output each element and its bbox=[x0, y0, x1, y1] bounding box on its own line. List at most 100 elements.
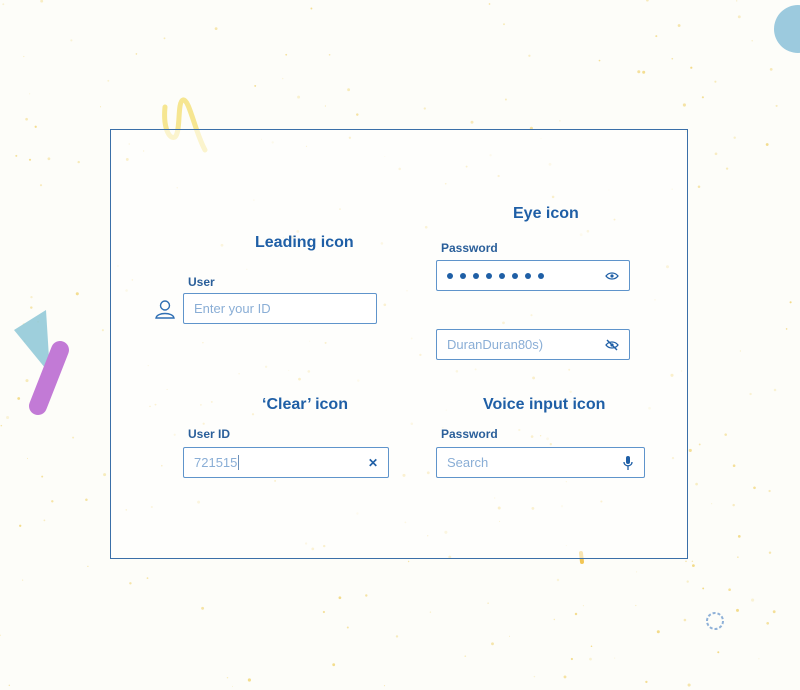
speckle bbox=[254, 84, 257, 87]
speckle bbox=[39, 184, 43, 187]
user-field-label: User bbox=[188, 275, 215, 289]
speckle bbox=[775, 104, 778, 107]
speckle bbox=[528, 54, 531, 57]
speckle bbox=[677, 24, 681, 27]
speckle bbox=[732, 464, 736, 468]
speckle bbox=[101, 329, 104, 332]
speckle bbox=[702, 587, 705, 590]
speckle bbox=[751, 39, 753, 42]
speckle bbox=[737, 535, 741, 538]
speckle bbox=[6, 415, 10, 420]
speckle bbox=[70, 39, 73, 42]
password-dot bbox=[486, 272, 492, 279]
password-dot bbox=[525, 272, 531, 279]
section-heading-eye-icon: Eye icon bbox=[513, 205, 579, 222]
speckle bbox=[19, 524, 22, 527]
speckle bbox=[297, 95, 301, 99]
user-id-placeholder: Enter your ID bbox=[194, 301, 271, 316]
speckle bbox=[29, 93, 31, 95]
speckle bbox=[214, 27, 218, 30]
speckle bbox=[736, 608, 739, 612]
search-input[interactable]: Search bbox=[436, 447, 645, 478]
password-dot bbox=[447, 272, 453, 279]
section-heading-leading-icon: Leading icon bbox=[255, 234, 354, 251]
speckle bbox=[15, 154, 18, 157]
user-id-input[interactable]: Enter your ID bbox=[183, 293, 377, 324]
speckle bbox=[332, 663, 336, 667]
speckle bbox=[470, 120, 474, 124]
speckle bbox=[753, 486, 756, 490]
password-masked-input[interactable] bbox=[436, 260, 630, 291]
speckle bbox=[789, 301, 792, 304]
password-visible-input[interactable]: DuranDuran80s) bbox=[436, 329, 630, 360]
speckle bbox=[556, 578, 560, 582]
clear-icon[interactable]: ✕ bbox=[368, 456, 378, 470]
speckle bbox=[40, 0, 44, 3]
password-dot bbox=[538, 272, 544, 279]
eye-off-icon[interactable] bbox=[605, 339, 619, 351]
speckle bbox=[590, 645, 593, 647]
speckle bbox=[701, 96, 704, 99]
speckle bbox=[768, 551, 772, 554]
speckle bbox=[717, 651, 720, 654]
speckle bbox=[30, 295, 33, 299]
eye-icon[interactable] bbox=[605, 271, 619, 281]
speckle bbox=[766, 621, 770, 625]
speckle bbox=[491, 642, 494, 646]
speckle bbox=[773, 388, 777, 392]
speckle bbox=[769, 68, 773, 71]
speckle bbox=[508, 635, 511, 637]
speckle bbox=[25, 117, 28, 121]
speckle bbox=[72, 436, 75, 439]
speckle bbox=[423, 107, 426, 110]
search-placeholder: Search bbox=[447, 455, 489, 470]
microphone-icon[interactable] bbox=[622, 455, 634, 471]
speckle bbox=[765, 143, 769, 146]
speckle bbox=[365, 594, 368, 597]
speckle bbox=[99, 106, 102, 108]
password-dot bbox=[499, 272, 505, 279]
speckle bbox=[75, 292, 79, 296]
speckle bbox=[655, 35, 658, 38]
speckle bbox=[690, 66, 693, 69]
speckle bbox=[503, 23, 505, 26]
speckle bbox=[695, 482, 698, 486]
speckle bbox=[688, 448, 692, 452]
speckle bbox=[23, 55, 25, 58]
speckle bbox=[47, 157, 51, 161]
password-dot bbox=[512, 272, 518, 279]
speckle bbox=[146, 577, 149, 579]
password-field-label: Password bbox=[441, 241, 498, 255]
speckle bbox=[21, 579, 24, 581]
speckle bbox=[559, 120, 561, 122]
speckle bbox=[728, 588, 731, 592]
user-id-field-label: User ID bbox=[188, 427, 231, 441]
speckle bbox=[347, 88, 351, 92]
speckle bbox=[87, 565, 89, 568]
speckle bbox=[310, 7, 313, 10]
user-id-clearable-input[interactable]: 721515 ✕ bbox=[183, 447, 389, 478]
speckle bbox=[324, 105, 326, 107]
speckle bbox=[17, 397, 21, 400]
user-id-value: 721515 bbox=[194, 455, 240, 470]
speckle bbox=[201, 606, 205, 610]
password-dot bbox=[460, 272, 466, 279]
decorative-ring bbox=[706, 612, 724, 630]
speckle bbox=[733, 136, 736, 139]
password-dot bbox=[473, 272, 479, 279]
speckle bbox=[231, 685, 234, 687]
speckle bbox=[226, 676, 229, 679]
speckle bbox=[739, 350, 742, 352]
speckle bbox=[582, 605, 584, 607]
section-heading-clear-icon: ‘Clear’ icon bbox=[262, 396, 348, 413]
speckle bbox=[0, 634, 1, 637]
speckle bbox=[285, 53, 288, 56]
password-visible-value: DuranDuran80s) bbox=[447, 337, 544, 352]
speckle bbox=[407, 560, 410, 563]
speckle bbox=[714, 80, 717, 83]
speckle bbox=[51, 500, 54, 503]
speckle bbox=[671, 57, 674, 60]
speckle bbox=[714, 152, 718, 156]
speckle bbox=[646, 0, 649, 2]
speckle bbox=[103, 473, 107, 477]
